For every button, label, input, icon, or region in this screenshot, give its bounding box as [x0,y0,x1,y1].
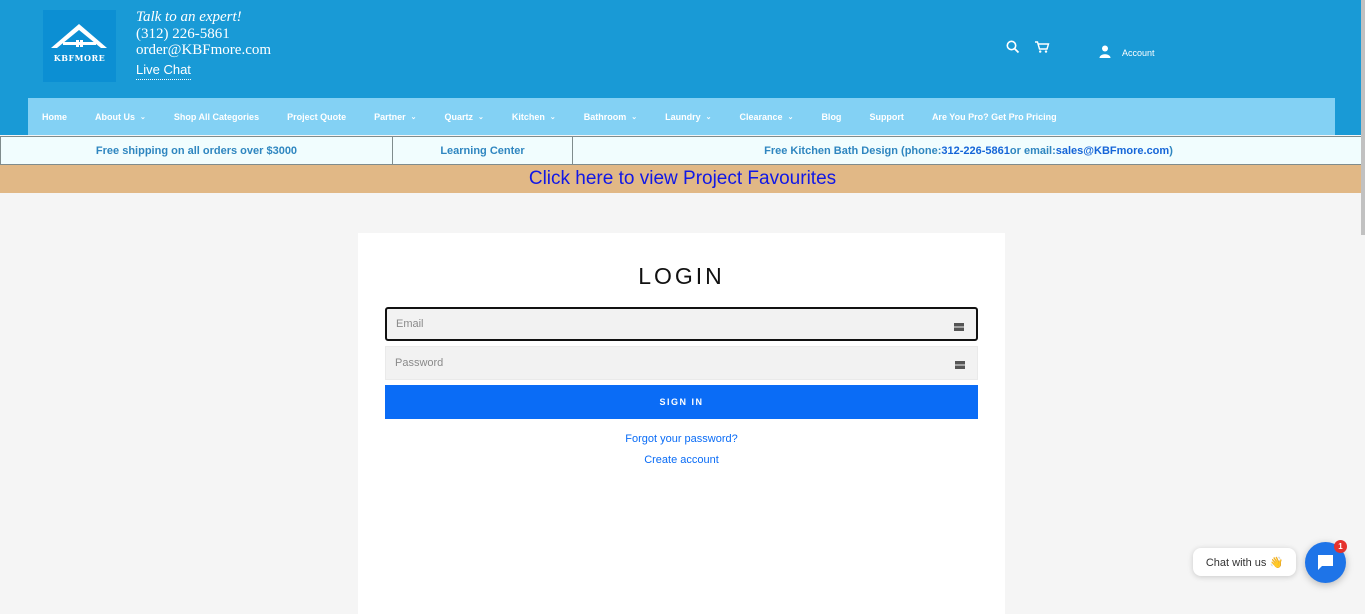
chat-unread-badge: 1 [1334,540,1347,553]
nav-item-home[interactable]: Home [42,112,67,122]
nav-item-label: Partner [374,111,406,122]
project-favourites-link[interactable]: Click here to view Project Favourites [529,168,836,190]
nav-item-label: Shop All Categories [173,111,260,122]
chevron-down-icon: ⌄ [787,113,794,121]
nav-item-quartz[interactable]: Quartz ⌄ [444,112,483,122]
info-bar: Free shipping on all orders over $3000 L… [0,136,1365,165]
create-account-link[interactable]: Create account [644,454,719,466]
free-design-notice: Free Kitchen Bath Design (phone: 312-226… [573,136,1365,165]
design-suffix: ) [1169,144,1173,157]
autofill-key-icon[interactable] [954,319,964,331]
nav-item-label: Laundry [665,111,701,122]
login-card: LOGIN SIGN IN Forgot your password? Crea… [358,233,1005,614]
favourites-banner: Click here to view Project Favourites [0,165,1365,193]
chevron-down-icon: ⌄ [410,113,417,121]
login-title: LOGIN [638,263,725,289]
design-email-link[interactable]: sales@KBFmore.com [1056,145,1169,157]
free-shipping-text: Free shipping on all orders over $3000 [95,144,298,157]
email-field[interactable] [385,307,978,341]
nav-item-are-you-pro-get-pro-pricing[interactable]: Are You Pro? Get Pro Pricing [932,112,1057,122]
nav-item-label: Support [869,111,904,122]
learning-center-text: Learning Center [440,144,525,157]
design-prefix: Free Kitchen Bath Design (phone: [764,144,942,157]
nav-item-support[interactable]: Support [869,112,904,122]
nav-item-shop-all-categories[interactable]: Shop All Categories [174,112,259,122]
chevron-down-icon: ⌄ [705,113,712,121]
nav-item-laundry[interactable]: Laundry ⌄ [665,112,711,122]
nav-item-clearance[interactable]: Clearance ⌄ [740,112,794,122]
chevron-down-icon: ⌄ [140,113,146,121]
account-label: Account [1122,47,1155,58]
chevron-down-icon: ⌄ [631,113,638,121]
nav-item-partner[interactable]: Partner ⌄ [374,112,416,122]
chat-with-us-bubble[interactable]: Chat with us 👋 [1193,548,1296,576]
nav-item-bathroom[interactable]: Bathroom ⌄ [584,112,637,122]
design-phone-link[interactable]: 312-226-5861 [941,145,1010,157]
live-chat-link[interactable]: Live Chat [136,62,191,80]
nav-item-label: Are You Pro? Get Pro Pricing [931,111,1057,122]
account-link[interactable]: Account [1099,45,1155,60]
person-icon [1099,45,1111,60]
nav-item-label: Quartz [444,111,473,122]
page-scrollbar[interactable] [1361,0,1365,235]
nav-item-label: Clearance [739,111,783,122]
main-nav: Home About Us ⌄ Shop All Categories Project … [28,98,1335,135]
nav-item-label: Bathroom [583,111,627,122]
nav-item-kitchen[interactable]: Kitchen ⌄ [512,112,556,122]
password-field[interactable] [385,346,978,380]
nav-item-label: Home [42,111,68,122]
nav-item-blog[interactable]: Blog [821,112,841,122]
nav-item-label: Project Quote [287,111,347,122]
nav-item-project-quote[interactable]: Project Quote [287,112,346,122]
create-account-row: Create account [358,454,1005,466]
nav-item-label: Kitchen [511,111,545,122]
kbfmore-logo[interactable]: KBFMORE [43,10,116,82]
house-logo-icon [51,24,107,48]
email-input[interactable] [387,309,976,339]
chevron-down-icon: ⌄ [549,113,556,121]
free-shipping-notice: Free shipping on all orders over $3000 [0,136,393,165]
learning-center-link[interactable]: Learning Center [393,136,573,165]
contact-block: Talk to an expert! (312) 226-5861 order@… [136,8,271,80]
nav-item-about-us[interactable]: About Us ⌄ [95,112,146,122]
nav-item-label: Blog [821,111,842,122]
cart-icon[interactable] [1034,40,1050,59]
header-phone[interactable]: (312) 226-5861 [136,26,271,42]
search-icon[interactable] [1006,40,1020,59]
header-email[interactable]: order@KBFmore.com [136,42,271,58]
chat-icon [1318,555,1333,570]
nav-edge-left [0,98,28,135]
tagline: Talk to an expert! [136,9,242,25]
design-mid: or email: [1009,144,1056,157]
chevron-down-icon: ⌄ [478,113,484,121]
autofill-key-icon[interactable] [955,357,965,369]
site-header: KBFMORE Talk to an expert! (312) 226-586… [0,0,1365,98]
nav-item-label: About Us [95,111,136,122]
logo-text: KBFMORE [53,53,106,63]
sign-in-button[interactable]: SIGN IN [385,385,978,419]
forgot-password-link[interactable]: Forgot your password? [625,433,738,445]
password-input[interactable] [386,347,977,379]
forgot-password-row: Forgot your password? [358,433,1005,445]
